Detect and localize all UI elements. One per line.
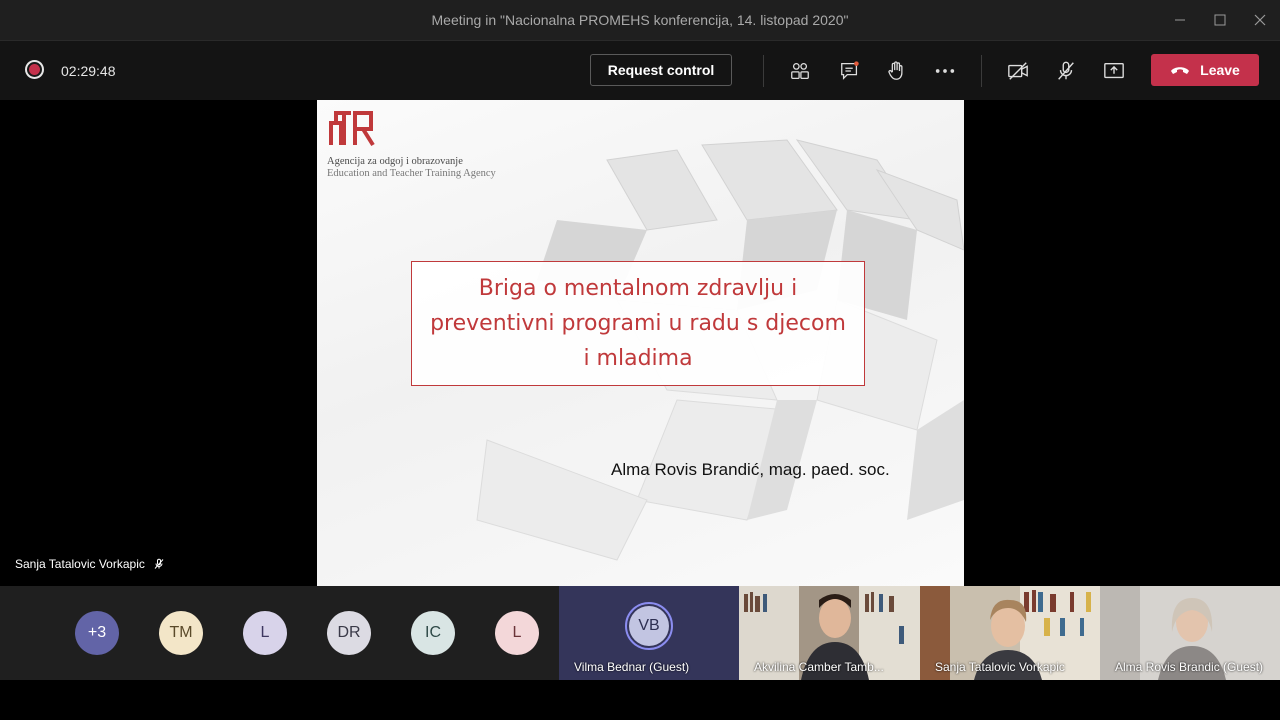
raise-hand-icon[interactable] [884,59,908,83]
participant-strip: +3 TM L DR IC L VB Vilma Bednar (Guest) … [0,586,1280,680]
active-speaker-tile[interactable]: VB Vilma Bednar (Guest) [559,586,739,680]
request-control-button[interactable]: Request control [590,54,732,86]
leave-label: Leave [1200,62,1240,78]
participant-avatar[interactable]: L [243,611,287,655]
more-icon[interactable] [933,59,957,83]
share-screen-icon[interactable] [1102,59,1126,83]
mic-off-icon [154,558,164,569]
participant-video-tile[interactable]: Akvilina Camber Tamb... [739,586,920,680]
participants-icon[interactable] [788,59,812,83]
agency-name: Agencija za odgoj i obrazovanje [327,156,463,167]
maximize-icon[interactable] [1200,0,1240,40]
presentation-slide: Agencija za odgoj i obrazovanje Educatio… [317,100,964,586]
bottom-letterbox [0,680,1280,720]
presenter-label: Sanja Tatalovic Vorkapic [15,557,165,571]
mic-off-icon[interactable] [1054,59,1078,83]
more-participants-button[interactable]: +3 [75,611,119,655]
minimize-icon[interactable] [1160,0,1200,40]
shared-content-stage: Agencija za odgoj i obrazovanje Educatio… [0,100,1280,586]
record-dot-icon [29,64,40,75]
agency-logo [329,111,375,147]
speaking-ring: VB [625,602,673,650]
close-icon[interactable] [1240,0,1280,40]
participant-avatar: VB [629,606,669,646]
slide-title-box: Briga o mentalnom zdravlju i preventivni… [411,261,865,386]
leave-button[interactable]: Leave [1151,54,1259,86]
chat-icon[interactable] [838,59,862,83]
slide-author: Alma Rovis Brandić, mag. paed. soc. [611,460,890,479]
participant-avatar[interactable]: DR [327,611,371,655]
window-title: Meeting in "Nacionalna PROMEHS konferenc… [431,12,849,28]
agency-name-english: Education and Teacher Training Agency [327,168,496,179]
participant-avatar[interactable]: IC [411,611,455,655]
toolbar-divider [981,55,982,87]
participant-name: Akvilina Camber Tamb... [754,660,884,674]
phone-hangup-icon [1171,67,1190,74]
participant-video-tile[interactable]: Sanja Tatalovic Vorkapic [920,586,1100,680]
toolbar-divider [763,55,764,87]
participant-video-tile[interactable]: Alma Rovis Brandic (Guest) [1100,586,1280,680]
meeting-toolbar: 02:29:48 Request control Leave [0,40,1280,101]
participant-name: Vilma Bednar (Guest) [574,660,690,674]
participant-name: Sanja Tatalovic Vorkapic [935,660,1065,674]
participant-avatar[interactable]: L [495,611,539,655]
participant-avatar[interactable]: TM [159,611,203,655]
presenter-name: Sanja Tatalovic Vorkapic [15,557,145,571]
participant-name: Alma Rovis Brandic (Guest) [1115,660,1264,674]
window-title-bar: Meeting in "Nacionalna PROMEHS konferenc… [0,0,1280,40]
slide-title: Briga o mentalnom zdravlju i preventivni… [430,276,846,371]
camera-off-icon[interactable] [1006,59,1030,83]
meeting-timer: 02:29:48 [61,63,116,79]
